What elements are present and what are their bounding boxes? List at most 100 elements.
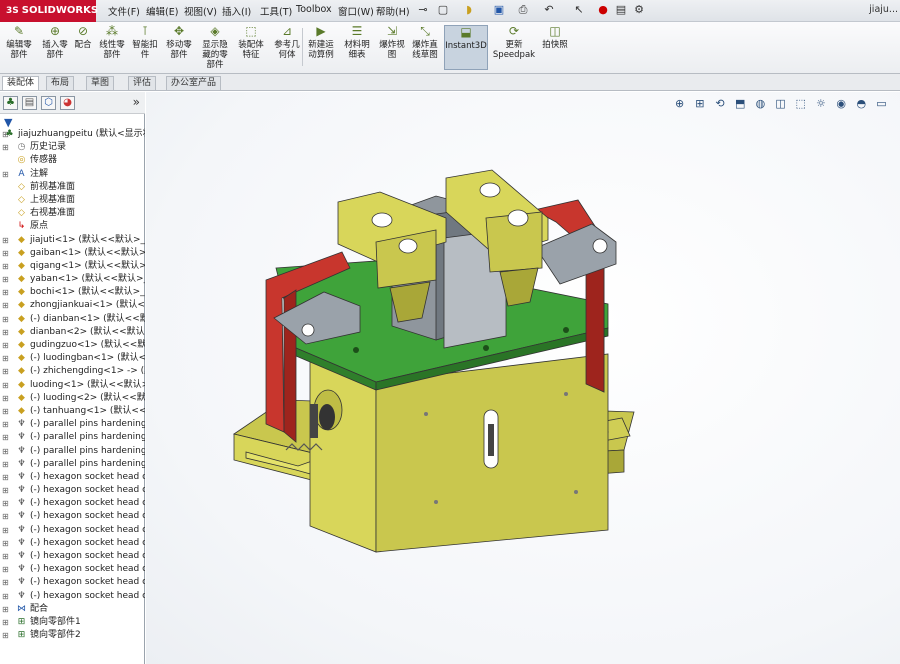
- configuration-icon[interactable]: ⬡: [41, 96, 56, 110]
- menu-view[interactable]: 视图(V): [184, 4, 217, 18]
- tree-item[interactable]: ◎ 传感器: [0, 154, 145, 167]
- tree-item[interactable]: ⊞ ◆ zhongjiankuai<1> (默认<<: [0, 299, 145, 312]
- edit-component-button[interactable]: ✎ 编辑零 部件: [2, 25, 36, 61]
- expand-icon[interactable]: ⊞: [2, 445, 10, 458]
- tree-item[interactable]: ⊞ ◆ (-) luodingban<1> (默认<<: [0, 352, 145, 365]
- explode-line-button[interactable]: ⤡ 爆炸直 线草图: [408, 25, 442, 61]
- tree-item[interactable]: ⊞ ♆ (-) hexagon socket head c: [0, 590, 145, 603]
- tree-item[interactable]: ⊞ ◷ 历史记录: [0, 141, 145, 154]
- snapshot-button[interactable]: ◫ 拍快照: [538, 25, 572, 51]
- assembly-model[interactable]: [146, 92, 900, 664]
- menu-help[interactable]: 帮助(H): [376, 4, 410, 18]
- tree-item[interactable]: ⊞ ♣ jiajuzhuangpeitu (默认<显示状: [0, 128, 145, 141]
- tree-item[interactable]: ◇ 右视基准面: [0, 207, 145, 220]
- expand-icon[interactable]: ⊞: [2, 392, 10, 405]
- undo-icon[interactable]: ↶: [542, 3, 556, 17]
- tree-item[interactable]: ⊞ ♆ (-) parallel pins hardening: [0, 445, 145, 458]
- property-manager-icon[interactable]: ▤: [22, 96, 37, 110]
- collapse-panel-icon[interactable]: »: [133, 95, 140, 109]
- move-component-button[interactable]: ✥ 移动零 部件: [162, 25, 196, 61]
- expand-icon[interactable]: ⊞: [2, 260, 10, 273]
- expand-icon[interactable]: ⊞: [2, 365, 10, 378]
- expand-icon[interactable]: ⊞: [2, 458, 10, 471]
- save-icon[interactable]: ▣: [492, 3, 506, 17]
- expand-icon[interactable]: ⊞: [2, 431, 10, 444]
- tree-item[interactable]: ⊞ ◆ dianban<2> (默认<<默认>: [0, 326, 145, 339]
- tab-evaluate[interactable]: 评估: [128, 76, 157, 90]
- menu-insert[interactable]: 插入(I): [222, 4, 251, 18]
- expand-icon[interactable]: ⊞: [2, 497, 10, 510]
- tree-item[interactable]: ⊞ ◆ luoding<1> (默认<<默认>_: [0, 379, 145, 392]
- expand-icon[interactable]: ⊞: [2, 299, 10, 312]
- expand-icon[interactable]: ⊞: [2, 352, 10, 365]
- tree-item[interactable]: ⊞ ◆ bochi<1> (默认<<默认>_显: [0, 286, 145, 299]
- solidworks-logo[interactable]: 3S SOLIDWORKS: [0, 0, 98, 22]
- file-properties-icon[interactable]: ▤: [614, 3, 628, 17]
- tree-item[interactable]: ⊞ ◆ gudingzuo<1> (默认<<默认: [0, 339, 145, 352]
- display-manager-icon[interactable]: ◕: [60, 96, 75, 110]
- motion-study-button[interactable]: ▶ 新建运 动算例: [304, 25, 338, 61]
- options-icon[interactable]: ⚙: [632, 3, 646, 17]
- exploded-view-button[interactable]: ⇲ 爆炸视 图: [376, 25, 408, 61]
- tree-item[interactable]: ⊞ A 注解: [0, 168, 145, 181]
- tree-item[interactable]: ⊞ ♆ (-) hexagon socket head c: [0, 471, 145, 484]
- expand-icon[interactable]: ⊞: [2, 286, 10, 299]
- expand-icon[interactable]: ⊞: [2, 471, 10, 484]
- tree-item[interactable]: ⊞ ◆ jiajuti<1> (默认<<默认>_显: [0, 234, 145, 247]
- show-hidden-button[interactable]: ◈ 显示隐 藏的零 部件: [198, 25, 232, 71]
- expand-icon[interactable]: ⊞: [2, 563, 10, 576]
- tree-item[interactable]: ⊞ ◆ (-) luoding<2> (默认<<默: [0, 392, 145, 405]
- pin-icon[interactable]: ⊸: [416, 3, 430, 17]
- expand-icon[interactable]: ⊞: [2, 273, 10, 286]
- tree-item[interactable]: ⊞ ◆ gaiban<1> (默认<<默认>_: [0, 247, 145, 260]
- graphics-area[interactable]: ⊕ ⊞ ⟲ ⬒ ◍ ◫ ⬚ ☼ ◉ ◓ ▭: [146, 92, 900, 664]
- expand-icon[interactable]: ⊞: [2, 629, 10, 642]
- expand-icon[interactable]: ⊞: [2, 141, 10, 154]
- expand-icon[interactable]: ⊞: [2, 510, 10, 523]
- expand-icon[interactable]: ⊞: [2, 379, 10, 392]
- tree-item[interactable]: ⊞ ♆ (-) hexagon socket head c: [0, 524, 145, 537]
- instant3d-button[interactable]: ⬓ Instant3D: [444, 25, 488, 70]
- expand-icon[interactable]: ⊞: [2, 247, 10, 260]
- new-document-icon[interactable]: ▢: [436, 3, 450, 17]
- tab-sketch[interactable]: 草图: [86, 76, 115, 90]
- menu-toolbox[interactable]: Toolbox: [296, 4, 332, 15]
- tree-item[interactable]: ⊞ ♆ (-) hexagon socket head c: [0, 563, 145, 576]
- expand-icon[interactable]: ⊞: [2, 537, 10, 550]
- expand-icon[interactable]: ⊞: [2, 168, 10, 181]
- linear-pattern-button[interactable]: ⁂ 线性零 部件: [96, 25, 128, 61]
- tree-item[interactable]: ⊞ ♆ (-) hexagon socket head c: [0, 550, 145, 563]
- reference-geometry-button[interactable]: ⊿ 参考几 何体: [270, 25, 304, 61]
- tree-item[interactable]: ⊞ ◆ (-) tanhuang<1> (默认<<默: [0, 405, 145, 418]
- tree-item[interactable]: ⊞ ♆ (-) parallel pins hardening: [0, 458, 145, 471]
- smart-fastener-button[interactable]: ⊺ 智能扣 件: [130, 25, 160, 61]
- tab-layout[interactable]: 布局: [46, 76, 75, 90]
- tab-assembly[interactable]: 装配体: [2, 76, 40, 90]
- open-document-icon[interactable]: ◗: [462, 3, 476, 17]
- tab-office-products[interactable]: 办公室产品: [166, 76, 222, 90]
- assembly-feature-button[interactable]: ⬚ 装配体 特征: [234, 25, 268, 61]
- print-icon[interactable]: ⎙: [516, 3, 530, 17]
- tree-item[interactable]: ⊞ ◆ qigang<1> (默认<<默认>_: [0, 260, 145, 273]
- menu-edit[interactable]: 编辑(E): [146, 4, 178, 18]
- menu-tools[interactable]: 工具(T): [260, 4, 292, 18]
- tree-item[interactable]: ⊞ ⊞ 镜向零部件2: [0, 629, 145, 642]
- menu-file[interactable]: 文件(F): [108, 4, 140, 18]
- tree-item[interactable]: ⊞ ♆ (-) hexagon socket head c: [0, 576, 145, 589]
- expand-icon[interactable]: ⊞: [2, 590, 10, 603]
- tree-item[interactable]: ⊞ ♆ (-) hexagon socket head c: [0, 484, 145, 497]
- insert-component-button[interactable]: ⊕ 插入零 部件: [38, 25, 72, 61]
- expand-icon[interactable]: ⊞: [2, 524, 10, 537]
- rebuild-icon[interactable]: ●: [596, 3, 610, 17]
- expand-icon[interactable]: ⊞: [2, 313, 10, 326]
- expand-icon[interactable]: ⊞: [2, 326, 10, 339]
- expand-icon[interactable]: ⊞: [2, 405, 10, 418]
- expand-icon[interactable]: ⊞: [2, 418, 10, 431]
- bom-button[interactable]: ☰ 材料明 细表: [340, 25, 374, 61]
- expand-icon[interactable]: ⊞: [2, 616, 10, 629]
- tree-item[interactable]: ⊞ ⊞ 镜向零部件1: [0, 616, 145, 629]
- select-icon[interactable]: ↖: [572, 3, 586, 17]
- tree-item[interactable]: ◇ 上视基准面: [0, 194, 145, 207]
- tree-item[interactable]: ⊞ ♆ (-) parallel pins hardening: [0, 418, 145, 431]
- tree-item[interactable]: ⊞ ♆ (-) hexagon socket head c: [0, 510, 145, 523]
